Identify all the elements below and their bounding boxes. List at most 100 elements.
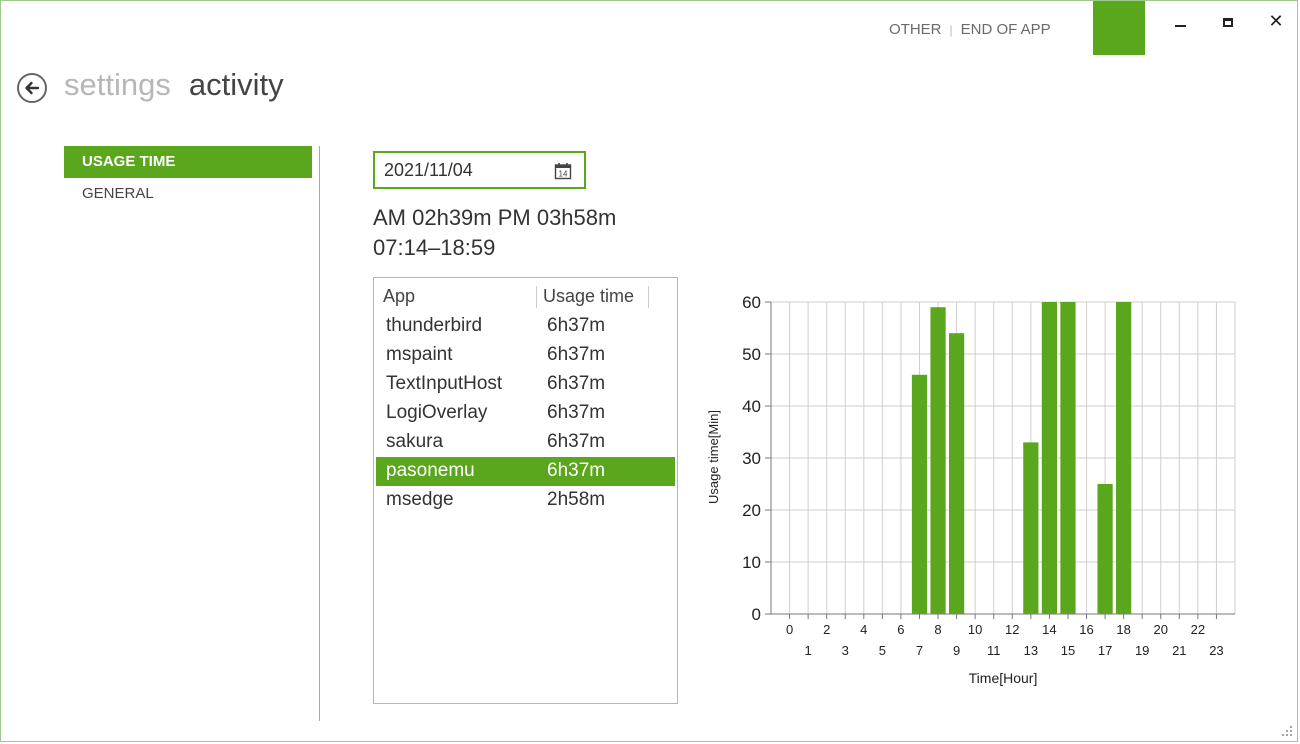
sidebar-item-usage-time[interactable]: USAGE TIME: [64, 146, 312, 178]
page-heading: settings activity: [64, 67, 284, 103]
bar-hour-7: [911, 374, 928, 614]
close-icon: ✕: [1268, 11, 1284, 32]
top-links: OTHER | END OF APP: [889, 21, 1051, 38]
x-tick-label: 22: [1191, 622, 1205, 637]
calendar-icon[interactable]: 14: [554, 162, 572, 180]
x-tick-label: 4: [860, 622, 867, 637]
breadcrumb-settings[interactable]: settings: [64, 67, 171, 102]
x-tick-label: 9: [953, 643, 960, 658]
app-name: mspaint: [386, 344, 453, 365]
column-header-usage-time[interactable]: Usage time: [543, 286, 634, 307]
sidebar-divider: [319, 146, 320, 721]
bar-hour-18: [1116, 302, 1132, 614]
close-button[interactable]: ✕: [1264, 13, 1288, 31]
y-tick-label: 0: [752, 605, 761, 624]
bar-hour-9: [948, 333, 965, 614]
table-row[interactable]: sakura 6h37m: [374, 428, 677, 457]
usage-summary: AM 02h39m PM 03h58m 07:14–18:59: [373, 203, 616, 263]
y-tick-label: 40: [742, 397, 761, 416]
x-tick-label: 14: [1042, 622, 1056, 637]
resize-grip-icon[interactable]: [1281, 725, 1293, 737]
table-row[interactable]: thunderbird 6h37m: [374, 312, 677, 341]
minimize-button[interactable]: [1168, 13, 1192, 31]
calendar-day: 14: [559, 170, 568, 179]
x-axis-label: Time[Hour]: [969, 670, 1038, 686]
x-tick-label: 10: [968, 622, 982, 637]
app-usage-table: App Usage time thunderbird 6h37m mspaint 6…: [373, 277, 678, 704]
back-button[interactable]: [17, 73, 47, 103]
x-tick-label: 20: [1154, 622, 1168, 637]
x-tick-label: 16: [1079, 622, 1093, 637]
app-window: OTHER | END OF APP ✕ settings activity US…: [0, 0, 1298, 742]
sidebar-item-general[interactable]: GENERAL: [64, 178, 312, 210]
x-tick-label: 21: [1172, 643, 1186, 658]
date-value: 2021/11/04: [384, 159, 473, 180]
bar-hour-14: [1041, 302, 1058, 614]
x-tick-label: 0: [786, 622, 793, 637]
x-tick-label: 19: [1135, 643, 1149, 658]
x-tick-label: 23: [1209, 643, 1223, 658]
x-tick-label: 18: [1116, 622, 1130, 637]
x-tick-label: 5: [879, 643, 886, 658]
link-separator: |: [949, 22, 953, 37]
title-bar: OTHER | END OF APP ✕: [1, 1, 1297, 61]
accent-tile: [1093, 1, 1145, 55]
y-tick-label: 50: [742, 345, 761, 364]
x-tick-label: 12: [1005, 622, 1019, 637]
x-tick-label: 13: [1024, 643, 1038, 658]
app-name: TextInputHost: [386, 373, 503, 394]
usage-time: 6h37m: [547, 431, 606, 452]
x-tick-label: 11: [987, 643, 1001, 658]
table-row[interactable]: msedge 2h58m: [374, 486, 677, 515]
usage-bar-chart: 0102030405060 01234567891011121314151617…: [706, 293, 1236, 686]
x-tick-label: 7: [916, 643, 923, 658]
x-tick-label: 6: [897, 622, 904, 637]
table-header: App Usage time: [374, 278, 677, 310]
maximize-icon: [1223, 17, 1233, 27]
y-axis-label: Usage time[Min]: [706, 410, 721, 504]
app-name: pasonemu: [386, 460, 475, 481]
x-tick-label: 3: [842, 643, 849, 658]
x-tick-label: 1: [805, 643, 812, 658]
table-row[interactable]: mspaint 6h37m: [374, 341, 677, 370]
y-tick-label: 20: [742, 501, 761, 520]
bar-hour-13: [1023, 442, 1039, 614]
summary-am-pm: AM 02h39m PM 03h58m: [373, 205, 617, 230]
column-separator[interactable]: [648, 286, 649, 308]
y-tick-label: 30: [742, 449, 761, 468]
maximize-button[interactable]: [1216, 13, 1240, 31]
usage-time: 6h37m: [547, 315, 606, 336]
end-of-app-link[interactable]: END OF APP: [961, 21, 1051, 38]
column-header-app[interactable]: App: [383, 286, 415, 307]
table-row[interactable]: pasonemu 6h37m: [376, 457, 675, 486]
x-tick-label: 2: [823, 622, 830, 637]
other-link[interactable]: OTHER: [889, 21, 942, 38]
table-rows: thunderbird 6h37m mspaint 6h37m TextInputH…: [374, 312, 677, 515]
x-tick-label: 17: [1098, 643, 1112, 658]
bar-hour-15: [1060, 302, 1076, 614]
table-row[interactable]: TextInputHost 6h37m: [374, 370, 677, 399]
app-name: thunderbird: [386, 315, 483, 336]
usage-time: 2h58m: [547, 489, 606, 510]
usage-time: 6h37m: [547, 460, 606, 481]
bar-hour-8: [930, 307, 946, 614]
usage-time: 6h37m: [547, 344, 606, 365]
app-name: msedge: [386, 489, 454, 510]
sidebar: USAGE TIME GENERAL: [64, 146, 312, 210]
usage-time: 6h37m: [547, 373, 606, 394]
date-picker[interactable]: 2021/11/04 14: [373, 151, 586, 189]
minimize-icon: [1174, 25, 1186, 27]
usage-chart: 0 10 20 30 40 50 60 0 1 2 3 4 5 6 7 8 9 10 11 12 13 14 15 16 17…: [701, 287, 1261, 697]
column-separator[interactable]: [536, 286, 537, 308]
page-title: activity: [188, 67, 284, 102]
y-tick-label: 10: [742, 553, 761, 572]
x-tick-label: 15: [1061, 643, 1075, 658]
usage-time: 6h37m: [547, 402, 606, 423]
app-name: sakura: [386, 431, 444, 452]
app-name: LogiOverlay: [386, 402, 488, 423]
bar-hour-17: [1097, 484, 1113, 614]
summary-range: 07:14–18:59: [373, 235, 496, 260]
table-row[interactable]: LogiOverlay 6h37m: [374, 399, 677, 428]
x-tick-label: 8: [934, 622, 941, 637]
y-tick-label: 60: [742, 293, 761, 312]
